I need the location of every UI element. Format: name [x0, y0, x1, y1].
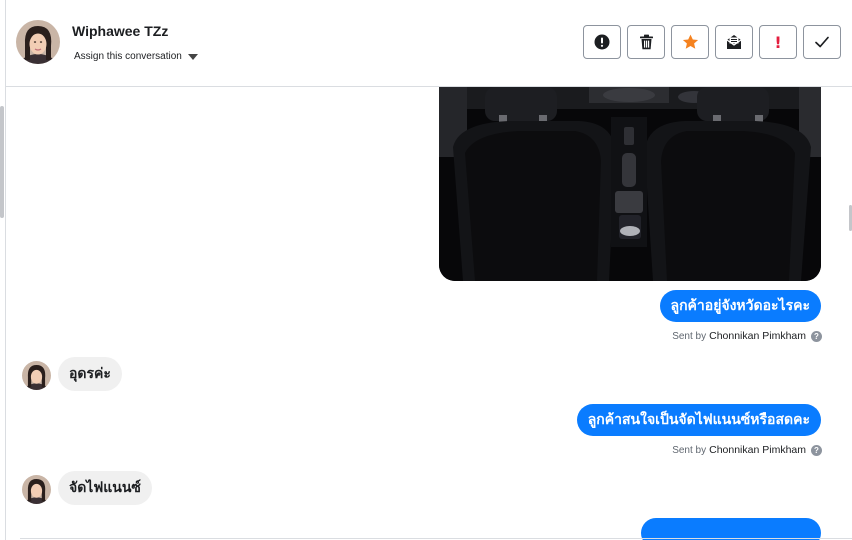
assign-label: Assign this conversation	[74, 51, 182, 62]
mark-done-button[interactable]	[803, 25, 841, 59]
message-image[interactable]	[439, 87, 821, 281]
contact-avatar-small[interactable]	[22, 361, 51, 390]
conversation-header: Wiphawee TZz Assign this conversation !	[6, 0, 852, 87]
help-icon[interactable]: ?	[811, 444, 822, 456]
incoming-message[interactable]: จัดไฟแนนซ์	[58, 471, 152, 505]
left-panel-scrollbar[interactable]	[0, 106, 4, 218]
contact-avatar-small[interactable]	[22, 475, 51, 504]
check-icon	[815, 36, 829, 48]
mark-unread-button[interactable]	[715, 25, 753, 59]
caret-down-icon	[187, 54, 198, 60]
sent-by-line: Sent by Chonnikan Pimkham ?	[672, 444, 822, 456]
delete-button[interactable]	[627, 25, 665, 59]
car-interior-photo	[439, 87, 821, 281]
composer-divider	[20, 538, 852, 539]
outgoing-message[interactable]: ลูกค้าอยู่จังหวัดอะไรคะ	[659, 290, 821, 322]
envelope-icon	[726, 35, 742, 49]
agent-name[interactable]: Chonnikan Pimkham	[709, 444, 806, 456]
sent-by-prefix: Sent by	[672, 444, 707, 456]
sent-by-prefix: Sent by	[672, 330, 707, 342]
outgoing-message-partial[interactable]	[641, 518, 821, 540]
assign-conversation-dropdown[interactable]: Assign this conversation	[74, 51, 198, 62]
contact-avatar[interactable]	[16, 20, 60, 64]
exclamation-icon: !	[774, 32, 782, 52]
conversation-toolbar: !	[583, 25, 841, 59]
star-icon	[682, 34, 698, 49]
sent-by-line: Sent by Chonnikan Pimkham ?	[672, 330, 822, 342]
alert-circle-icon	[594, 34, 610, 50]
outgoing-message[interactable]: ลูกค้าสนใจเป็นจัดไฟแนนซ์หรือสดคะ	[576, 404, 821, 436]
trash-icon	[639, 34, 653, 50]
incoming-message[interactable]: อุดรค่ะ	[58, 357, 122, 391]
agent-name[interactable]: Chonnikan Pimkham	[709, 330, 806, 342]
follow-up-button[interactable]: !	[759, 25, 797, 59]
contact-name: Wiphawee TZz	[72, 23, 169, 39]
mark-spam-button[interactable]	[583, 25, 621, 59]
star-button[interactable]	[671, 25, 709, 59]
help-icon[interactable]: ?	[811, 330, 822, 342]
